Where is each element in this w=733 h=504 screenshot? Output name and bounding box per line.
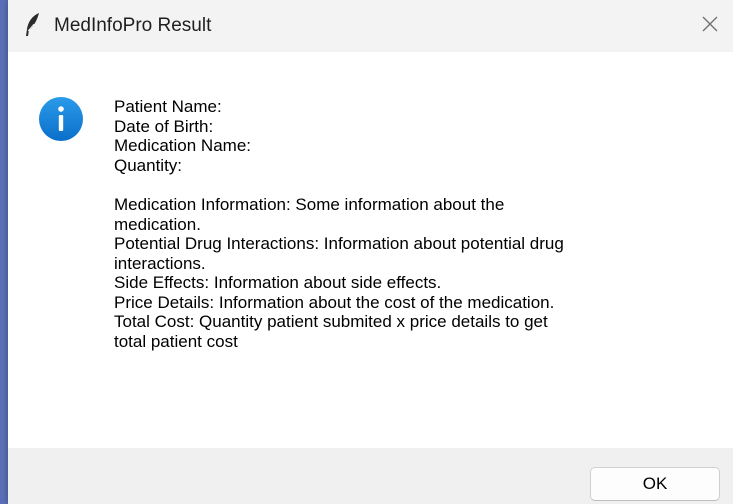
title-bar[interactable]: MedInfoPro Result <box>8 0 733 52</box>
close-icon <box>702 16 718 37</box>
medication-information-line-cont: medication. <box>114 214 201 234</box>
dialog-content: Patient Name: Date of Birth: Medication … <box>8 52 733 448</box>
total-cost-line: Total Cost: Quantity patient submited x … <box>114 312 548 331</box>
message-text: Patient Name: Date of Birth: Medication … <box>114 97 714 351</box>
button-bar: OK <box>8 448 733 504</box>
drug-interactions-line-cont: interactions. <box>114 253 206 273</box>
message-dialog: MedInfoPro Result Patient Name: Date of … <box>8 0 733 504</box>
total-cost-line-cont: total patient cost <box>114 331 238 351</box>
side-effects-line: Side Effects: Information about side eff… <box>114 273 442 292</box>
date-of-birth-line: Date of Birth: <box>114 116 214 136</box>
quantity-line: Quantity: <box>114 155 183 175</box>
medication-name-line: Medication Name: <box>114 136 252 155</box>
price-details-line: Price Details: Information about the cos… <box>114 292 555 312</box>
window-title: MedInfoPro Result <box>54 15 212 36</box>
drug-interactions-line: Potential Drug Interactions: Information… <box>114 234 564 253</box>
medication-information-line: Medication Information: Some information… <box>114 195 505 214</box>
close-button[interactable] <box>687 0 733 52</box>
feather-icon <box>22 12 44 38</box>
ok-button[interactable]: OK <box>590 467 720 501</box>
patient-name-line: Patient Name: <box>114 97 222 116</box>
info-icon <box>38 96 84 142</box>
